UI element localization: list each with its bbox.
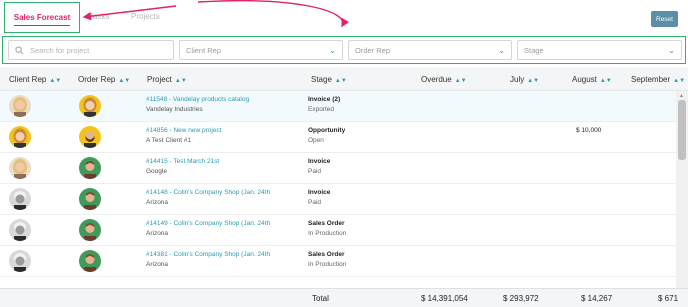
table-row[interactable]: #14381 - Colin's Company Shop (Jan. 24th… (0, 246, 676, 277)
column-header-july[interactable]: July ▲▼ (510, 75, 539, 84)
total-august: $ 14,267 (581, 294, 613, 303)
column-header-label: Overdue (421, 75, 452, 84)
total-july: $ 293,972 (503, 294, 539, 303)
stage-status: In Production (308, 261, 347, 268)
client-rep-select[interactable]: Client Rep ⌄ (179, 40, 343, 60)
total-label: Total (312, 294, 329, 303)
client-name: Vandelay Industries (146, 106, 203, 113)
vertical-scrollbar[interactable]: ▲ (676, 91, 688, 288)
client-name: Arizona (146, 230, 169, 237)
order-rep-avatar (79, 250, 101, 272)
project-link[interactable]: #14149 - Colin's Company Shop (Jan. 24th (146, 220, 270, 227)
column-header-overdue[interactable]: Overdue ▲▼ (421, 75, 467, 84)
column-header-august[interactable]: August ▲▼ (572, 75, 612, 84)
chevron-down-icon: ⌄ (498, 45, 505, 55)
stage-name: Invoice (308, 158, 331, 165)
august-amount: $ 10,000 (576, 127, 602, 134)
table-body: #11548 - Vandelay products catalog Vandel… (0, 91, 676, 288)
sort-icon: ▲▼ (454, 78, 467, 84)
client-rep-avatar (9, 95, 31, 117)
order-rep-avatar (79, 95, 101, 117)
sort-icon: ▲▼ (673, 78, 686, 84)
sort-icon: ▲▼ (599, 78, 612, 84)
search-icon (15, 45, 24, 54)
filter-bar: Search for project Client Rep ⌄ Order Re… (2, 36, 686, 64)
client-rep-avatar (9, 126, 31, 148)
project-link[interactable]: #11548 - Vandelay products catalog (146, 96, 249, 103)
client-name: Google (146, 168, 167, 175)
column-header-label: Client Rep (9, 75, 47, 84)
sort-icon: ▲▼ (334, 78, 347, 84)
total-september: $ 671 (658, 294, 679, 303)
stage-status: Open (308, 137, 324, 144)
table-row[interactable]: #14149 - Colin's Company Shop (Jan. 24th… (0, 215, 676, 246)
project-link[interactable]: #14381 - Colin's Company Shop (Jan. 24th (146, 251, 270, 258)
client-name: Arizona (146, 261, 169, 268)
order-rep-avatar (79, 188, 101, 210)
client-rep-avatar (9, 219, 31, 241)
order-rep-select[interactable]: Order Rep ⌄ (348, 40, 512, 60)
order-rep-avatar (79, 157, 101, 179)
totals-row: Total $ 14,391,054 $ 293,972 $ 14,267 $ … (0, 288, 688, 307)
stage-name: Invoice (2) (308, 96, 341, 103)
chevron-down-icon: ⌄ (329, 45, 336, 55)
stage-name: Sales Order (308, 251, 345, 258)
tab-bar: Sales Forecast Tasks Projects Reset (0, 0, 688, 38)
order-rep-avatar (79, 126, 101, 148)
column-header-project[interactable]: Project ▲▼ (147, 75, 187, 84)
column-header-label: July (510, 75, 525, 84)
table-row[interactable]: #14856 - New new project A Test Client #1… (0, 122, 676, 153)
column-header-label: Stage (311, 75, 332, 84)
tab-sales-forecast[interactable]: Sales Forecast (4, 2, 80, 33)
project-link[interactable]: #14415 - Test March 21st (146, 158, 219, 165)
tab-tasks[interactable]: Tasks (89, 12, 109, 21)
tab-sales-forecast-label: Sales Forecast (13, 13, 71, 26)
project-link[interactable]: #14856 - New new project (146, 127, 222, 134)
client-name: Arizona (146, 199, 169, 206)
client-rep-avatar (9, 188, 31, 210)
chevron-down-icon: ⌄ (668, 45, 675, 55)
reset-button[interactable]: Reset (651, 11, 678, 27)
client-rep-select-label: Client Rep (186, 45, 222, 55)
stage-name: Invoice (308, 189, 331, 196)
column-header-label: Order Rep (78, 75, 116, 84)
scroll-up-icon[interactable]: ▲ (679, 93, 684, 99)
sort-icon: ▲▼ (527, 78, 540, 84)
table-row[interactable]: #14415 - Test March 21st Google Invoice Pa… (0, 153, 676, 184)
stage-name: Sales Order (308, 220, 345, 227)
table-row[interactable]: #11548 - Vandelay products catalog Vandel… (0, 91, 676, 122)
stage-status: Paid (308, 199, 322, 206)
search-placeholder: Search for project (30, 45, 90, 55)
column-header-label: August (572, 75, 597, 84)
order-rep-avatar (79, 219, 101, 241)
project-link[interactable]: #14148 - Colin's Company Shop (Jan. 24th (146, 189, 270, 196)
scrollbar-thumb[interactable] (678, 100, 686, 160)
stage-status: Exported (308, 106, 335, 113)
stage-status: Paid (308, 168, 322, 175)
table-header: Client Rep ▲▼ Order Rep ▲▼ Project ▲▼ Stage… (0, 67, 688, 91)
column-header-label: Project (147, 75, 172, 84)
client-rep-avatar (9, 250, 31, 272)
client-rep-avatar (9, 157, 31, 179)
stage-select[interactable]: Stage ⌄ (517, 40, 682, 60)
column-header-order-rep[interactable]: Order Rep ▲▼ (78, 75, 130, 84)
sort-icon: ▲▼ (174, 78, 187, 84)
column-header-stage[interactable]: Stage ▲▼ (311, 75, 347, 84)
stage-status: In Production (308, 230, 347, 237)
search-input[interactable]: Search for project (8, 40, 174, 60)
column-header-client-rep[interactable]: Client Rep ▲▼ (9, 75, 61, 84)
order-rep-select-label: Order Rep (355, 45, 391, 55)
sort-icon: ▲▼ (49, 78, 62, 84)
tab-projects[interactable]: Projects (131, 12, 160, 21)
sort-icon: ▲▼ (118, 78, 131, 84)
client-name: A Test Client #1 (146, 137, 192, 144)
total-overdue: $ 14,391,054 (421, 294, 468, 303)
stage-name: Opportunity (308, 127, 346, 134)
stage-select-label: Stage (524, 45, 544, 55)
column-header-september[interactable]: September ▲▼ (631, 75, 685, 84)
table-row[interactable]: #14148 - Colin's Company Shop (Jan. 24th… (0, 184, 676, 215)
column-header-label: September (631, 75, 671, 84)
